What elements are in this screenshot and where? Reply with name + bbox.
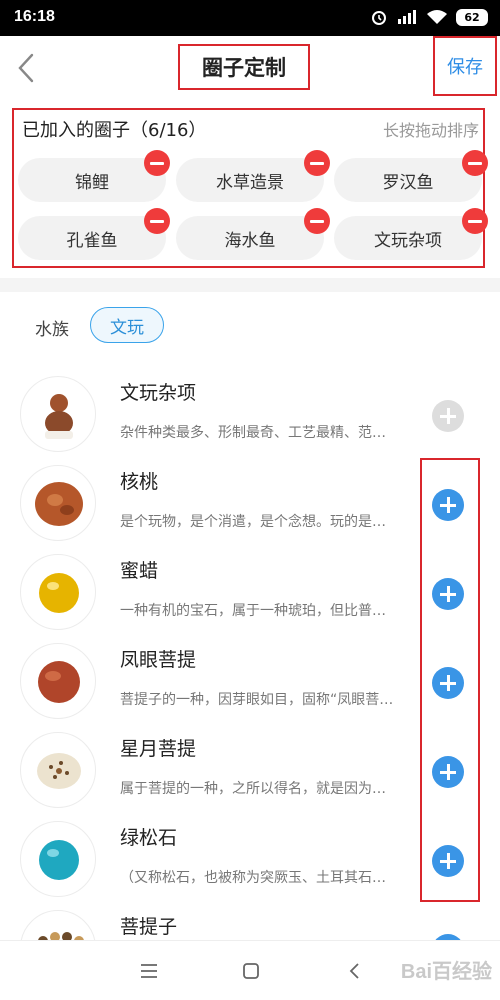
tab-collectibles[interactable]: 文玩	[90, 307, 164, 343]
joined-chip[interactable]: 水草造景	[176, 158, 324, 202]
item-description: 菩提子的一种，因芽眼如目，固称“凤眼菩…	[120, 692, 394, 708]
joined-circles-title: 已加入的圈子（6/16）	[22, 120, 207, 141]
add-buttons-highlight	[420, 458, 480, 902]
item-title: 绿松石	[120, 827, 178, 849]
tab-aquarium[interactable]: 水族	[24, 309, 80, 345]
back-arrow-icon[interactable]	[12, 52, 40, 84]
status-icons: 62	[370, 8, 488, 26]
page-title: 圈子定制	[178, 44, 310, 90]
bodhi-seed-avatar	[20, 910, 96, 940]
item-title: 核桃	[120, 471, 159, 493]
remove-icon[interactable]	[304, 208, 330, 234]
remove-icon[interactable]	[304, 150, 330, 176]
turquoise-avatar	[20, 821, 96, 897]
signal-icon	[398, 10, 416, 24]
joined-chip[interactable]: 海水鱼	[176, 216, 324, 260]
list-item[interactable]: 文玩杂项 杂件种类最多、形制最奇、工艺最精、范…	[0, 370, 500, 459]
item-description: 属于菩提的一种，之所以得名，就是因为…	[120, 781, 386, 797]
star-moon-bodhi-avatar	[20, 732, 96, 808]
joined-circles-section: 已加入的圈子（6/16） 长按拖动排序 锦鲤 水草造景 罗汉鱼 孔雀鱼 海水鱼 …	[12, 108, 488, 268]
drag-sort-hint: 长按拖动排序	[382, 121, 479, 140]
phoenix-eye-bodhi-avatar	[20, 643, 96, 719]
item-title: 菩提子	[120, 916, 178, 938]
section-divider	[0, 278, 500, 292]
item-description: 杂件种类最多、形制最奇、工艺最精、范…	[120, 425, 386, 441]
item-title: 蜜蜡	[120, 560, 159, 582]
item-title: 星月菩提	[120, 738, 197, 760]
item-description: （又称松石，也被称为突厥玉、土耳其石…	[120, 870, 386, 886]
remove-icon[interactable]	[462, 150, 488, 176]
remove-icon[interactable]	[144, 150, 170, 176]
item-title: 文玩杂项	[120, 382, 197, 404]
remove-icon[interactable]	[462, 208, 488, 234]
add-icon[interactable]	[432, 400, 464, 432]
list-item[interactable]: 菩提子	[0, 904, 500, 940]
item-description: 一种有机的宝石，属于一种琥珀，但比普…	[120, 603, 386, 619]
category-tabs: 水族 文玩	[0, 305, 500, 349]
walnut-avatar	[20, 465, 96, 541]
battery-indicator: 62	[456, 8, 488, 26]
remove-icon[interactable]	[144, 208, 170, 234]
alarm-icon	[372, 11, 386, 25]
item-description: 是个玩物，是个消遣，是个念想。玩的是…	[120, 514, 386, 530]
joined-chip[interactable]: 文玩杂项	[334, 216, 482, 260]
joined-chip[interactable]: 罗汉鱼	[334, 158, 482, 202]
home-icon[interactable]	[239, 959, 263, 983]
watermark-logo: Bai百经验	[400, 961, 492, 983]
monk-figurine-avatar	[20, 376, 96, 452]
item-title: 凤眼菩提	[120, 649, 197, 671]
amber-bead-avatar	[20, 554, 96, 630]
navigation-bar: 圈子定制 保存	[0, 36, 500, 100]
status-time: 16:18	[14, 8, 55, 25]
wifi-icon	[427, 10, 447, 24]
status-bar: 16:18 62	[0, 0, 500, 36]
back-icon[interactable]	[343, 959, 367, 983]
menu-icon[interactable]	[137, 959, 161, 983]
save-button[interactable]: 保存	[433, 36, 497, 96]
